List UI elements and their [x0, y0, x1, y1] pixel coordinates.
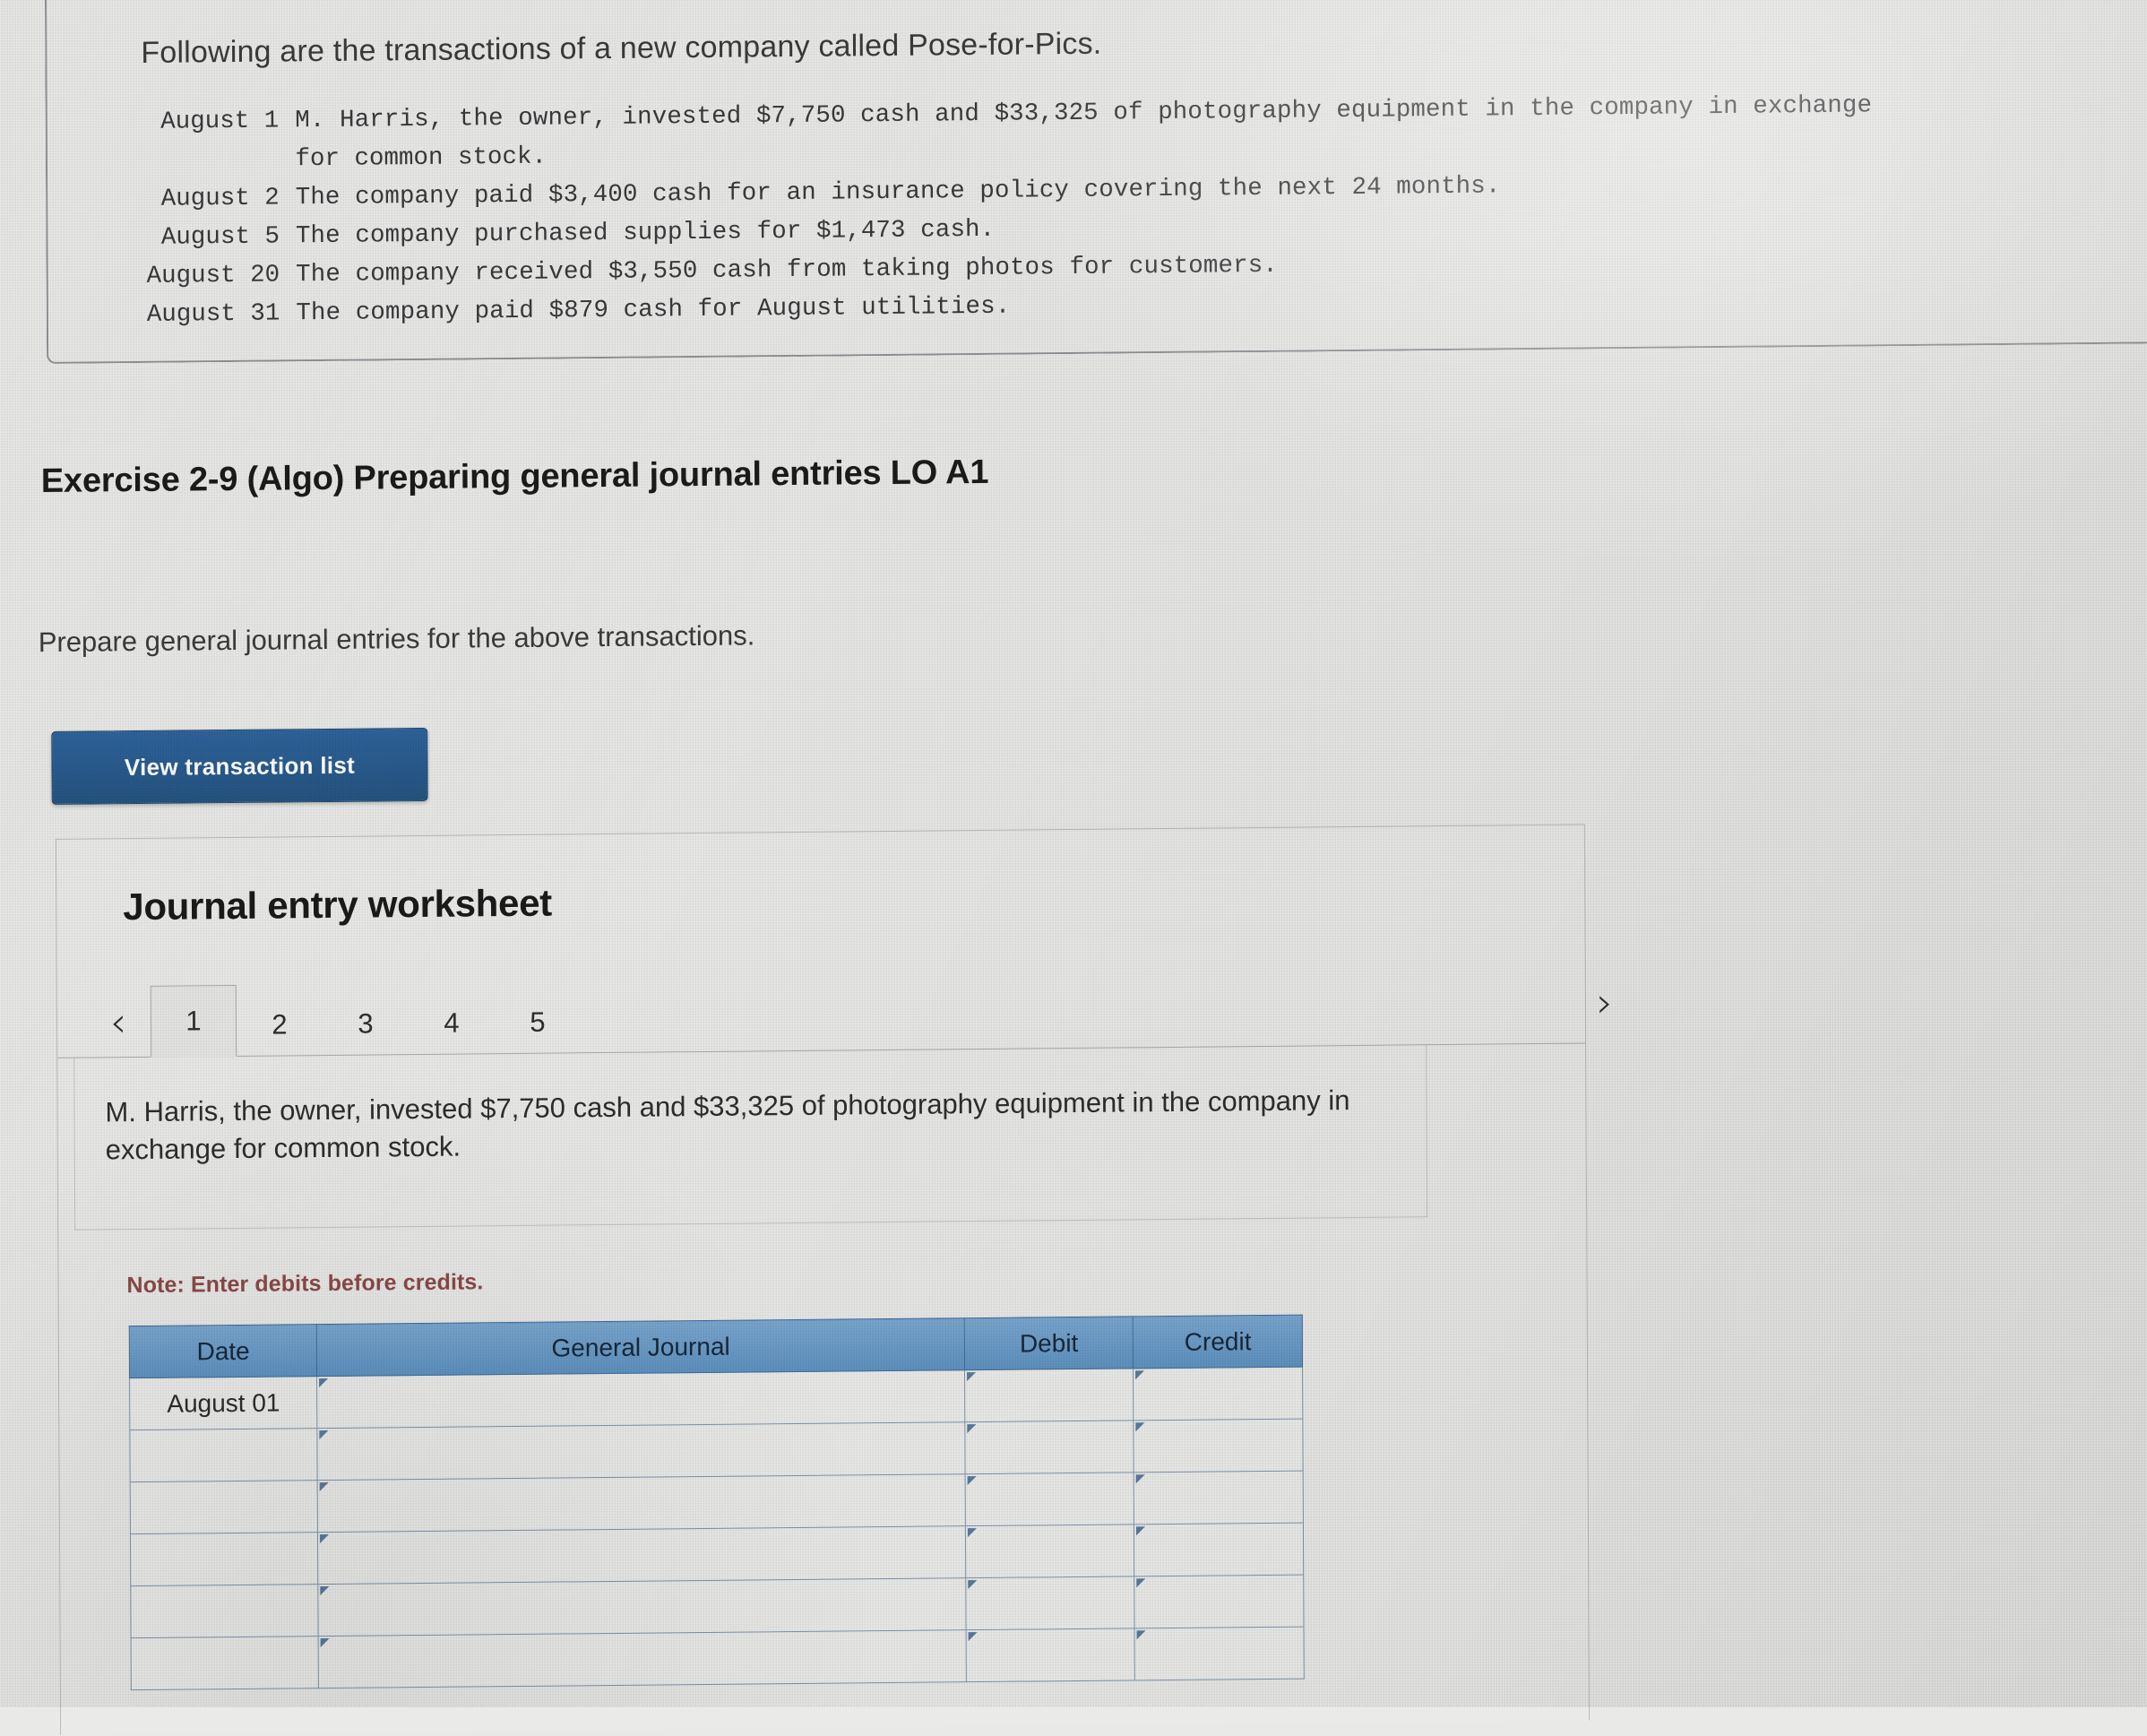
transaction-intro-text: Following are the transactions of a new …	[141, 26, 1102, 70]
tab-entry-5[interactable]: 5	[495, 989, 581, 1053]
cell-debit[interactable]	[965, 1524, 1135, 1578]
transaction-date: August 1	[160, 107, 280, 136]
transaction-date: August 31	[146, 299, 280, 330]
cell-credit[interactable]	[1134, 1523, 1304, 1576]
cell-general-journal[interactable]	[316, 1369, 965, 1429]
column-header-date: Date	[129, 1324, 317, 1378]
worksheet-tabbar: ‹ 1 2 3 4 5 ›	[56, 970, 1613, 1058]
chevron-right-icon[interactable]: ›	[1573, 978, 1637, 1038]
tab-entry-3[interactable]: 3	[323, 991, 409, 1055]
entry-description: M. Harris, the owner, invested $7,750 ca…	[73, 1045, 1428, 1231]
tab-entry-4[interactable]: 4	[409, 990, 495, 1054]
tab-entry-1[interactable]: 1	[150, 984, 237, 1058]
view-transaction-list-button[interactable]: View transaction list	[51, 727, 428, 805]
instruction-text: Prepare general journal entries for the …	[38, 619, 755, 659]
chevron-left-icon[interactable]: ‹	[86, 998, 151, 1058]
cell-general-journal[interactable]	[317, 1473, 966, 1533]
tab-entry-2[interactable]: 2	[237, 992, 323, 1056]
transaction-date: August 5	[160, 222, 280, 252]
journal-entry-worksheet-card: Journal entry worksheet ‹ 1 2 3 4 5 › M.…	[55, 824, 1613, 1735]
column-header-credit: Credit	[1133, 1315, 1303, 1369]
journal-entry-table: Date General Journal Debit Credit August…	[129, 1315, 1305, 1691]
cell-general-journal[interactable]	[318, 1629, 967, 1688]
cell-credit[interactable]	[1133, 1367, 1303, 1421]
cell-general-journal[interactable]	[317, 1421, 966, 1481]
cell-debit[interactable]	[964, 1420, 1134, 1474]
worksheet-title: Journal entry worksheet	[123, 881, 553, 928]
page-title: Exercise 2-9 (Algo) Preparing general jo…	[40, 453, 989, 501]
cell-date[interactable]	[130, 1532, 319, 1586]
transaction-list-panel: Following are the transactions of a new …	[44, 0, 2147, 365]
transaction-date: August 20	[146, 261, 280, 291]
cell-date[interactable]: August 01	[129, 1376, 318, 1430]
cell-debit[interactable]	[965, 1472, 1134, 1526]
cell-credit[interactable]	[1134, 1575, 1305, 1628]
debits-before-credits-note: Note: Enter debits before credits.	[126, 1269, 484, 1299]
cell-debit[interactable]	[965, 1576, 1135, 1630]
transaction-date-spacer	[146, 140, 296, 180]
cell-credit[interactable]	[1134, 1419, 1304, 1473]
column-header-debit: Debit	[964, 1316, 1134, 1370]
cell-debit[interactable]	[966, 1628, 1135, 1682]
cell-date[interactable]	[130, 1480, 318, 1534]
cell-date[interactable]	[129, 1428, 318, 1482]
cell-date[interactable]	[131, 1636, 319, 1690]
table-row	[131, 1627, 1305, 1690]
transaction-table: August 1 M. Harris, the owner, invested …	[146, 86, 1874, 334]
cell-credit[interactable]	[1134, 1627, 1305, 1680]
column-header-general-journal: General Journal	[316, 1317, 965, 1377]
cell-debit[interactable]	[964, 1368, 1134, 1422]
cell-general-journal[interactable]	[318, 1577, 967, 1637]
cell-general-journal[interactable]	[317, 1525, 966, 1585]
transaction-date: August 2	[160, 184, 280, 213]
cell-date[interactable]	[130, 1584, 319, 1638]
cell-credit[interactable]	[1134, 1471, 1304, 1524]
